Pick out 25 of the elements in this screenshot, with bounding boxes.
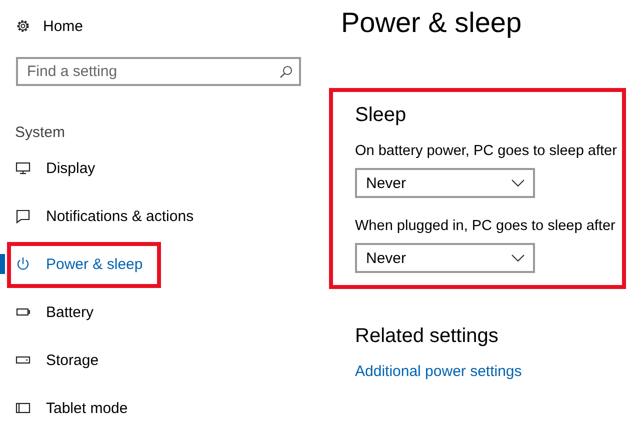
sidebar-item[interactable]: Battery [0,288,318,336]
chevron-icon [511,254,525,262]
setting-label: On battery power, PC goes to sleep after [355,143,616,159]
home-link[interactable]: Home [43,18,84,34]
group-heading: System [15,124,66,143]
search-icon [279,65,293,79]
power-settings-link[interactable]: Additional power settings [355,363,522,380]
gear-icon [15,18,31,34]
monitor-icon [15,160,31,176]
sleep-dropdown[interactable]: Never [355,168,535,198]
section-heading: Sleep [355,104,408,127]
section-heading: Related settings [355,325,500,348]
sidebar-item[interactable]: Tablet mode [0,384,318,432]
page-title: Power & sleep [341,7,523,40]
sidebar-item[interactable]: Storage [0,336,318,384]
message-icon [15,208,31,224]
setting-label: When plugged in, PC goes to sleep after [355,218,616,234]
power-icon [15,256,31,272]
tablet-icon [15,400,31,416]
sleep-dropdown[interactable]: Never [355,243,535,273]
sidebar-item[interactable]: Notifications & actions [0,192,318,240]
chevron-icon [511,179,525,187]
search-field[interactable]: Find a setting [16,57,301,86]
sidebar-item[interactable]: Display [0,144,318,192]
sidebar-item[interactable]: Power & sleep [0,240,318,288]
